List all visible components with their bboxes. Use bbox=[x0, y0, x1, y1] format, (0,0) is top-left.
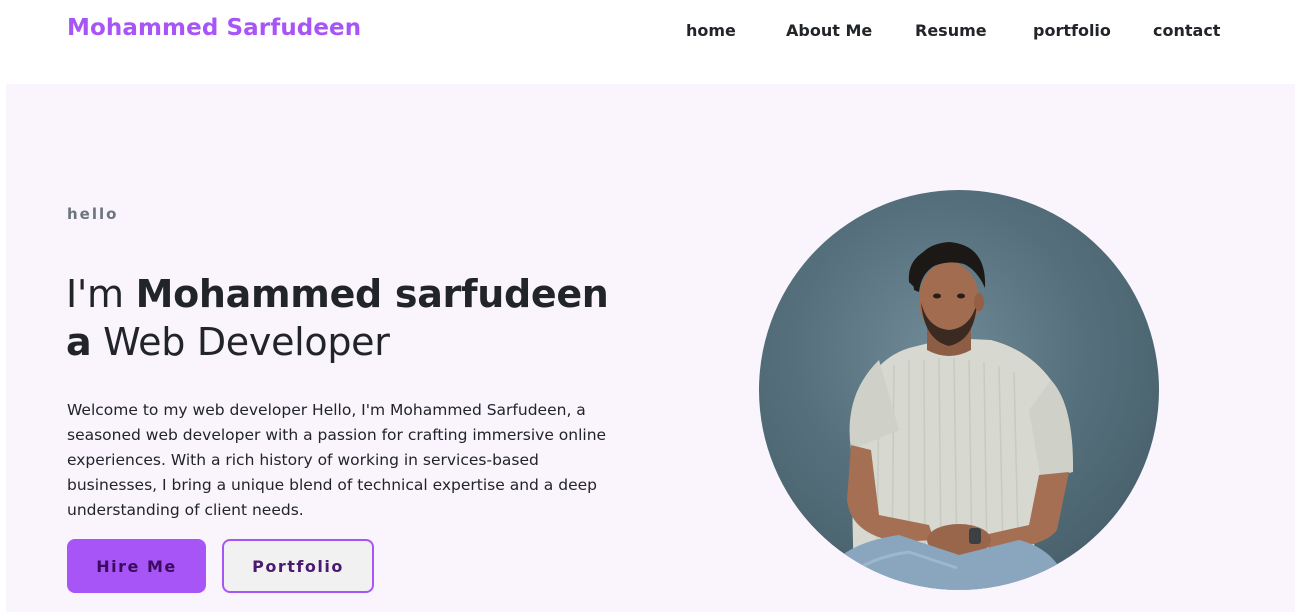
headline-prefix: I'm bbox=[66, 272, 136, 316]
top-navbar: Mohammed Sarfudeen home About Me Resume … bbox=[0, 0, 1302, 84]
headline-name: Mohammed sarfudeen bbox=[135, 272, 609, 316]
profile-photo-icon bbox=[819, 242, 1074, 590]
hire-me-button[interactable]: Hire Me bbox=[67, 539, 206, 593]
nav-portfolio[interactable]: portfolio bbox=[1033, 21, 1111, 40]
nav-about-me[interactable]: About Me bbox=[786, 21, 872, 40]
hero-headline: I'm Mohammed sarfudeen a Web Developer bbox=[66, 270, 666, 366]
intro-paragraph: Welcome to my web developer Hello, I'm M… bbox=[67, 401, 607, 519]
nav-resume[interactable]: Resume bbox=[915, 21, 987, 40]
nav-contact[interactable]: contact bbox=[1153, 21, 1220, 40]
nav-home[interactable]: home bbox=[686, 21, 736, 40]
profile-photo bbox=[759, 190, 1159, 590]
portfolio-button[interactable]: Portfolio bbox=[222, 539, 374, 593]
headline-role: Web Developer bbox=[91, 320, 390, 364]
greeting-text: hello bbox=[67, 205, 119, 223]
main-nav: home About Me Resume portfolio contact bbox=[0, 21, 1302, 43]
headline-article: a bbox=[66, 320, 92, 364]
hero-section: hello I'm Mohammed sarfudeen a Web Devel… bbox=[6, 84, 1295, 612]
